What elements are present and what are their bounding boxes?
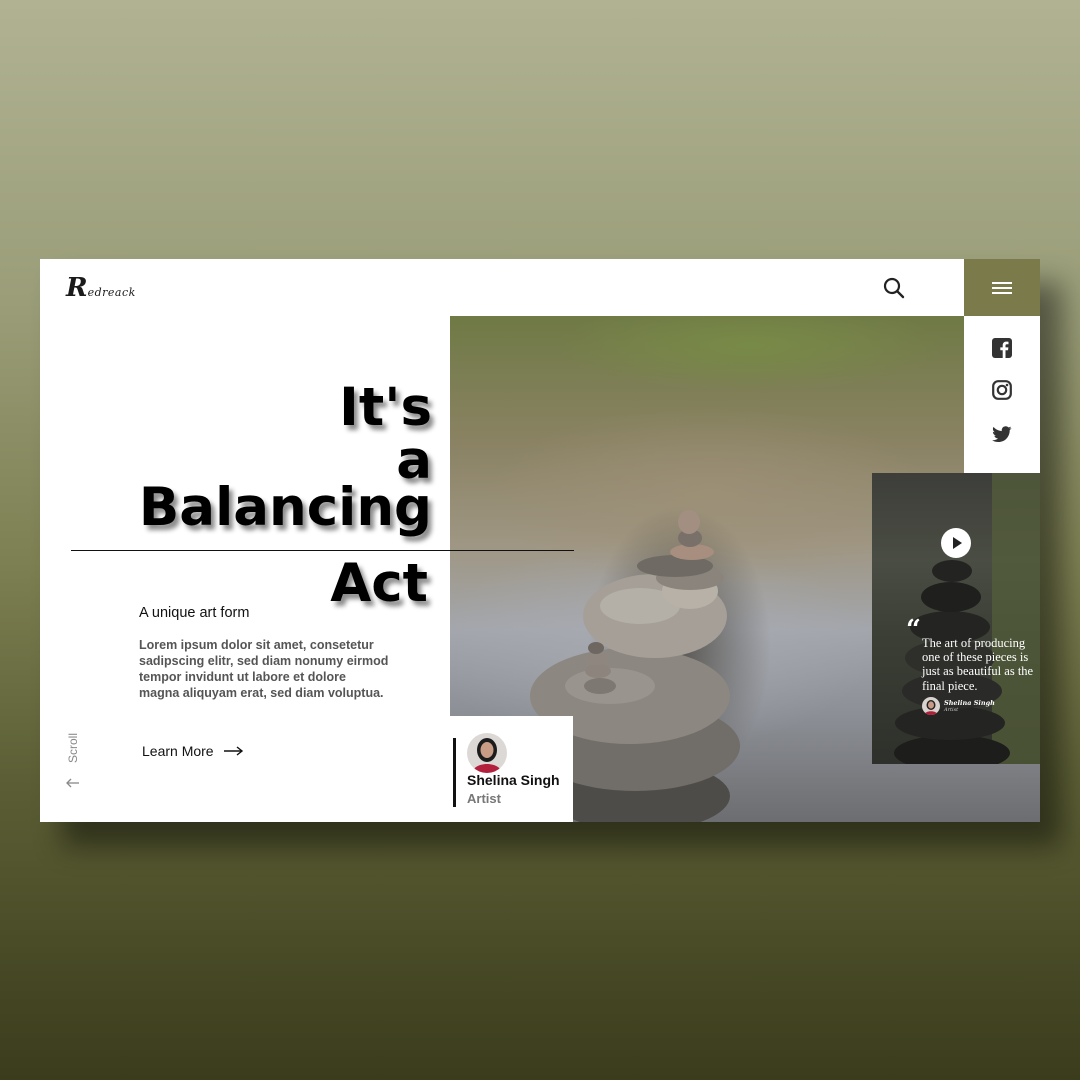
quote-author-name: Shelina Singh xyxy=(944,699,995,707)
scroll-label: Scroll xyxy=(66,733,80,764)
arrow-right-icon xyxy=(223,746,243,756)
brand-logo[interactable]: Redreack xyxy=(66,273,136,303)
artist-name: Shelina Singh xyxy=(467,772,560,788)
twitter-icon[interactable] xyxy=(992,424,1012,444)
search-icon[interactable] xyxy=(882,276,906,300)
hero-subtitle: A unique art form xyxy=(139,605,250,621)
video-thumbnail xyxy=(894,473,1040,764)
play-icon xyxy=(953,537,962,549)
instagram-icon[interactable] xyxy=(992,380,1012,400)
artist-accent-bar xyxy=(453,738,456,807)
quote-icon: “ xyxy=(906,615,921,645)
learn-more-label: Learn More xyxy=(142,743,214,759)
menu-icon xyxy=(992,281,1012,294)
quote-author-avatar xyxy=(922,697,940,715)
video-card[interactable]: “ The art of producing one of these piec… xyxy=(872,473,1040,764)
quote-author-role: Artist xyxy=(944,707,959,713)
logo-text: edreack xyxy=(87,286,136,299)
facebook-icon[interactable] xyxy=(992,338,1012,358)
artist-role: Artist xyxy=(467,791,501,806)
arrow-left-icon xyxy=(66,778,79,788)
scroll-indicator[interactable]: Scroll xyxy=(66,729,80,791)
hero-title-line-3: Balancing xyxy=(138,477,432,538)
social-links xyxy=(964,316,1040,473)
artist-avatar xyxy=(467,733,507,773)
hero-divider xyxy=(71,550,574,551)
landing-card: Redreack “ The art of producing one of t… xyxy=(40,259,1040,822)
hero-title-line-4: Act xyxy=(330,553,428,614)
hero-body-text: Lorem ipsum dolor sit amet, consetetur s… xyxy=(139,638,389,700)
learn-more-link[interactable]: Learn More xyxy=(142,743,244,759)
artist-card[interactable]: Shelina Singh Artist xyxy=(450,716,573,822)
play-button[interactable] xyxy=(941,528,971,558)
testimonial-quote: The art of producing one of these pieces… xyxy=(922,636,1034,693)
menu-button[interactable] xyxy=(964,259,1040,316)
hero-title-line-1: It's xyxy=(339,377,432,438)
logo-initial: R xyxy=(66,273,88,303)
